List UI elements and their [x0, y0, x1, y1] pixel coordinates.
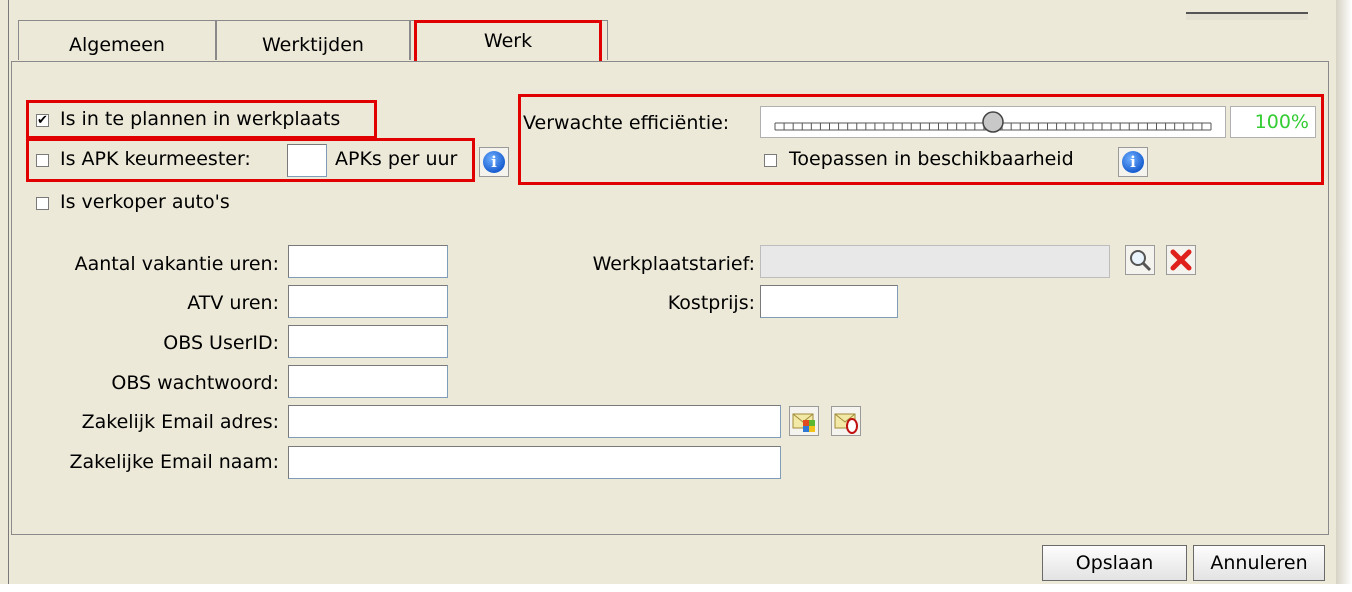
- obs-userid-label: OBS UserID:: [163, 332, 279, 354]
- tab-werktijden[interactable]: Werktijden: [216, 20, 410, 60]
- email-test-icon[interactable]: [831, 406, 861, 436]
- email-naam-label: Zakelijke Email naam:: [69, 451, 279, 473]
- delete-icon[interactable]: [1166, 245, 1196, 275]
- verkoper-checkbox[interactable]: [36, 197, 49, 210]
- atv-label: ATV uren:: [187, 292, 279, 314]
- tab-label: Werk: [483, 30, 533, 52]
- obs-wachtwoord-input[interactable]: [288, 365, 448, 398]
- vakantie-input[interactable]: [288, 245, 448, 278]
- email-naam-input[interactable]: [288, 446, 781, 479]
- window-border: [8, 0, 9, 585]
- email-adres-input[interactable]: [288, 405, 781, 438]
- search-icon[interactable]: [1125, 245, 1155, 275]
- save-button[interactable]: Opslaan: [1042, 545, 1187, 581]
- email-adres-label: Zakelijk Email adres:: [81, 411, 279, 433]
- kostprijs-input[interactable]: [760, 285, 898, 318]
- obs-userid-input[interactable]: [288, 325, 448, 358]
- tab-label: Werktijden: [262, 34, 364, 56]
- window: Algemeen Werktijden Werk ✔ Is in te plan…: [0, 0, 1352, 592]
- partial-button: [1186, 12, 1308, 20]
- tab-werk[interactable]: Werk: [414, 20, 602, 65]
- tab-label: Algemeen: [69, 34, 165, 56]
- werkplaatstarief-label: Werkplaatstarief:: [592, 253, 755, 275]
- info-icon[interactable]: i: [479, 147, 509, 177]
- highlight-efficiency: [518, 94, 1324, 185]
- window-bottom: [0, 584, 1352, 592]
- verkoper-label: Is verkoper auto's: [60, 191, 230, 213]
- tab-algemeen[interactable]: Algemeen: [18, 20, 216, 60]
- obs-wachtwoord-label: OBS wachtwoord:: [111, 372, 279, 394]
- window-shadow: [1336, 0, 1352, 592]
- email-client-icon[interactable]: [789, 406, 819, 436]
- cancel-button[interactable]: Annuleren: [1193, 545, 1325, 581]
- atv-input[interactable]: [288, 285, 448, 318]
- title-strip: [0, 0, 1352, 18]
- highlight-apk: [26, 138, 475, 182]
- vakantie-label: Aantal vakantie uren:: [74, 253, 279, 275]
- werkplaatstarief-input[interactable]: [760, 245, 1110, 278]
- highlight-plannen: [26, 100, 377, 139]
- kostprijs-label: Kostprijs:: [667, 292, 755, 314]
